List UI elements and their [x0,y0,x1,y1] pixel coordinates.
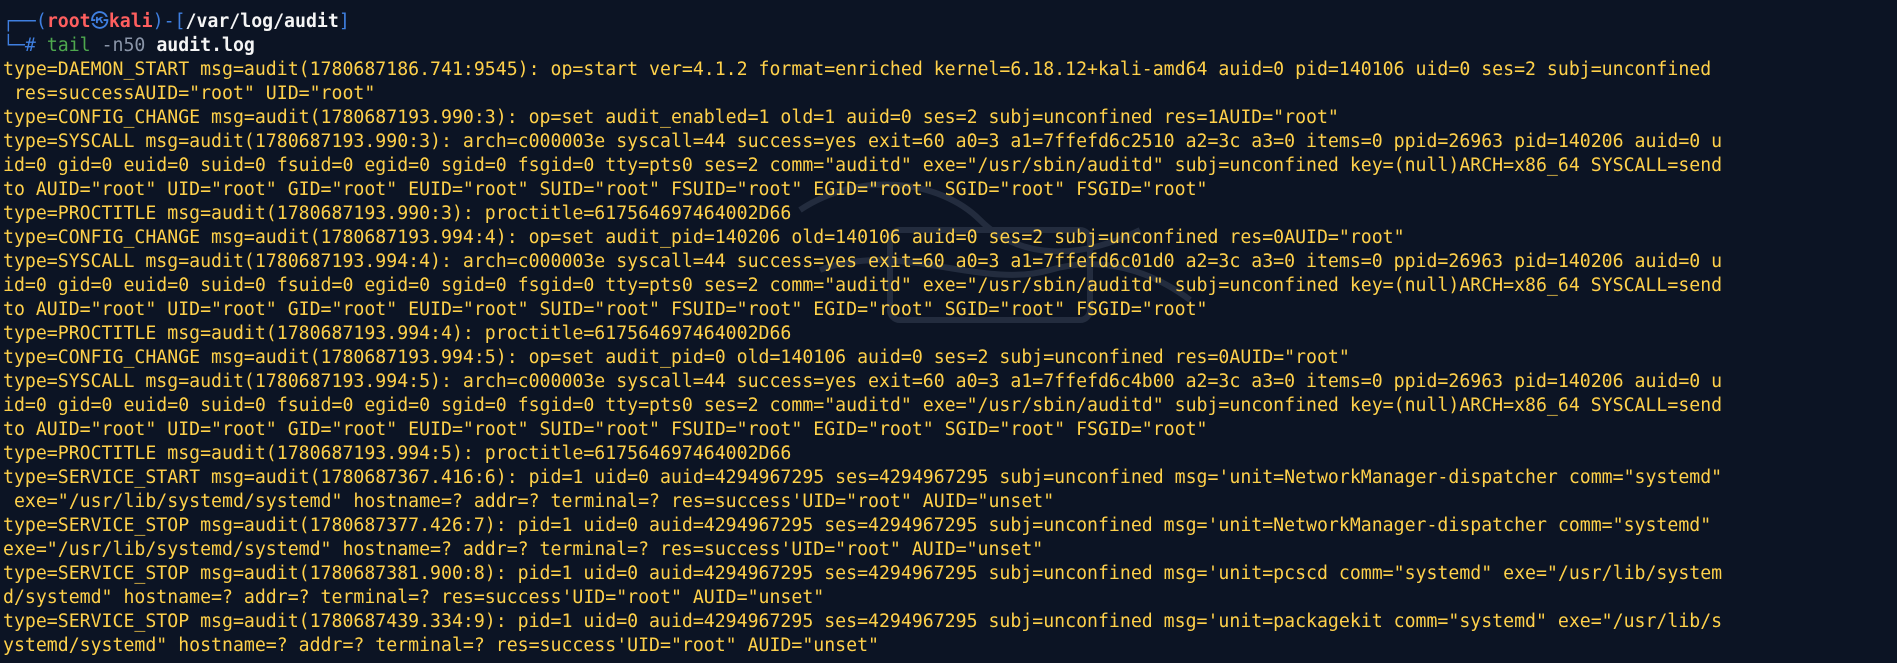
log-line: id=0 gid=0 euid=0 suid=0 fsuid=0 egid=0 … [3,155,1723,176]
log-line: type=PROCTITLE msg=audit(1780687193.994:… [3,443,792,464]
log-line: to AUID="root" UID="root" GID="root" EUI… [3,419,1208,440]
log-output: type=DAEMON_START msg=audit(1780687186.7… [3,58,1893,658]
prompt-symbol: # [24,35,47,56]
log-line: type=CONFIG_CHANGE msg=audit(1780687193.… [3,227,1405,248]
prompt-user: root [46,11,91,32]
log-line: type=SERVICE_STOP msg=audit(1780687377.4… [3,515,1712,536]
log-line: type=SYSCALL msg=audit(1780687193.994:4)… [3,251,1723,272]
log-line: to AUID="root" UID="root" GID="root" EUI… [3,299,1208,320]
log-line: type=SYSCALL msg=audit(1780687193.990:3)… [3,131,1723,152]
log-line: id=0 gid=0 euid=0 suid=0 fsuid=0 egid=0 … [3,395,1723,416]
prompt-corner-top: ┌──( [3,11,47,32]
prompt-corner-bottom: └─ [3,35,25,56]
log-line: type=SERVICE_STOP msg=audit(1780687439.3… [3,611,1723,632]
prompt-host: kali [108,11,153,32]
log-line: type=DAEMON_START msg=audit(1780687186.7… [3,59,1712,80]
log-line: type=PROCTITLE msg=audit(1780687193.994:… [3,323,792,344]
log-line: type=CONFIG_CHANGE msg=audit(1780687193.… [3,347,1350,368]
prompt-line-top: ┌──(root㉿kali)-[/var/log/audit] [3,10,1893,34]
prompt-line-command: └─# tail -n50 audit.log [3,34,1893,58]
log-line: id=0 gid=0 euid=0 suid=0 fsuid=0 egid=0 … [3,275,1723,296]
log-line: exe="/usr/lib/systemd/systemd" hostname=… [3,491,1055,512]
log-line: type=PROCTITLE msg=audit(1780687193.990:… [3,203,792,224]
log-line: to AUID="root" UID="root" GID="root" EUI… [3,179,1208,200]
log-line: d/systemd" hostname=? addr=? terminal=? … [3,587,825,608]
log-line: ystemd/systemd" hostname=? addr=? termin… [3,635,879,656]
prompt-path-end: ] [338,11,350,32]
prompt-path: /var/log/audit [185,11,339,32]
log-line: res=successAUID="root" UID="root" [3,83,376,104]
log-line: type=SYSCALL msg=audit(1780687193.994:5)… [3,371,1723,392]
log-line: exe="/usr/lib/systemd/systemd" hostname=… [3,539,1044,560]
command-option: -n50 [90,35,157,56]
skull-icon: ㉿ [90,11,109,32]
command-argument: audit.log [156,35,255,56]
log-line: type=SERVICE_STOP msg=audit(1780687381.9… [3,563,1723,584]
command-name: tail [46,35,91,56]
log-line: type=CONFIG_CHANGE msg=audit(1780687193.… [3,107,1339,128]
terminal-output[interactable]: ┌──(root㉿kali)-[/var/log/audit] └─# tail… [3,10,1893,660]
prompt-separator: )-[ [152,11,186,32]
log-line: type=SERVICE_START msg=audit(1780687367.… [3,467,1723,488]
